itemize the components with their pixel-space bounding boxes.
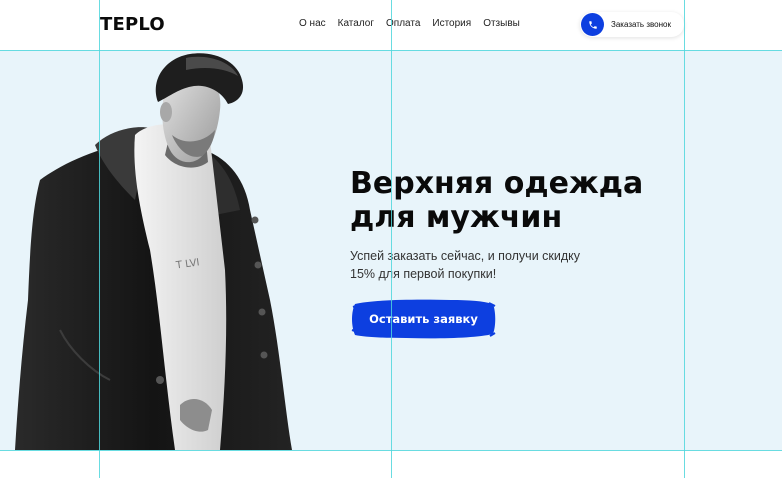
logo[interactable]: TEPLO: [100, 14, 165, 35]
leave-request-button[interactable]: Оставить заявку: [351, 298, 496, 340]
hero-subtitle: Успей заказать сейчас, и получи скидку 1…: [350, 247, 630, 283]
hero-photo: T LVI: [15, 53, 292, 450]
guide-line-vertical: [99, 0, 100, 478]
request-call-label: Заказать звонок: [611, 20, 671, 29]
guide-line-vertical: [391, 0, 392, 478]
landing-page: TEPLO О нас Каталог Оплата История Отзыв…: [0, 0, 782, 478]
guide-line-vertical: [684, 0, 685, 478]
hero-title-line-1: Верхняя одежда: [350, 166, 644, 201]
hero-title-line-2: для мужчин: [350, 200, 563, 235]
hero-subtitle-line-1: Успей заказать сейчас, и получи скидку: [350, 249, 580, 263]
nav-item-reviews[interactable]: Отзывы: [483, 18, 520, 29]
phone-icon: [588, 20, 597, 29]
request-call-button[interactable]: Заказать звонок: [580, 12, 684, 37]
hero-title: Верхняя одежда для мужчин: [350, 167, 690, 235]
main-nav: О нас Каталог Оплата История Отзывы: [299, 18, 520, 29]
phone-icon-badge: [581, 13, 604, 36]
nav-item-history[interactable]: История: [432, 18, 471, 29]
hero-subtitle-line-2: 15% для первой покупки!: [350, 267, 497, 281]
leave-request-label: Оставить заявку: [369, 312, 478, 326]
nav-item-catalog[interactable]: Каталог: [338, 18, 374, 29]
nav-item-about[interactable]: О нас: [299, 18, 326, 29]
